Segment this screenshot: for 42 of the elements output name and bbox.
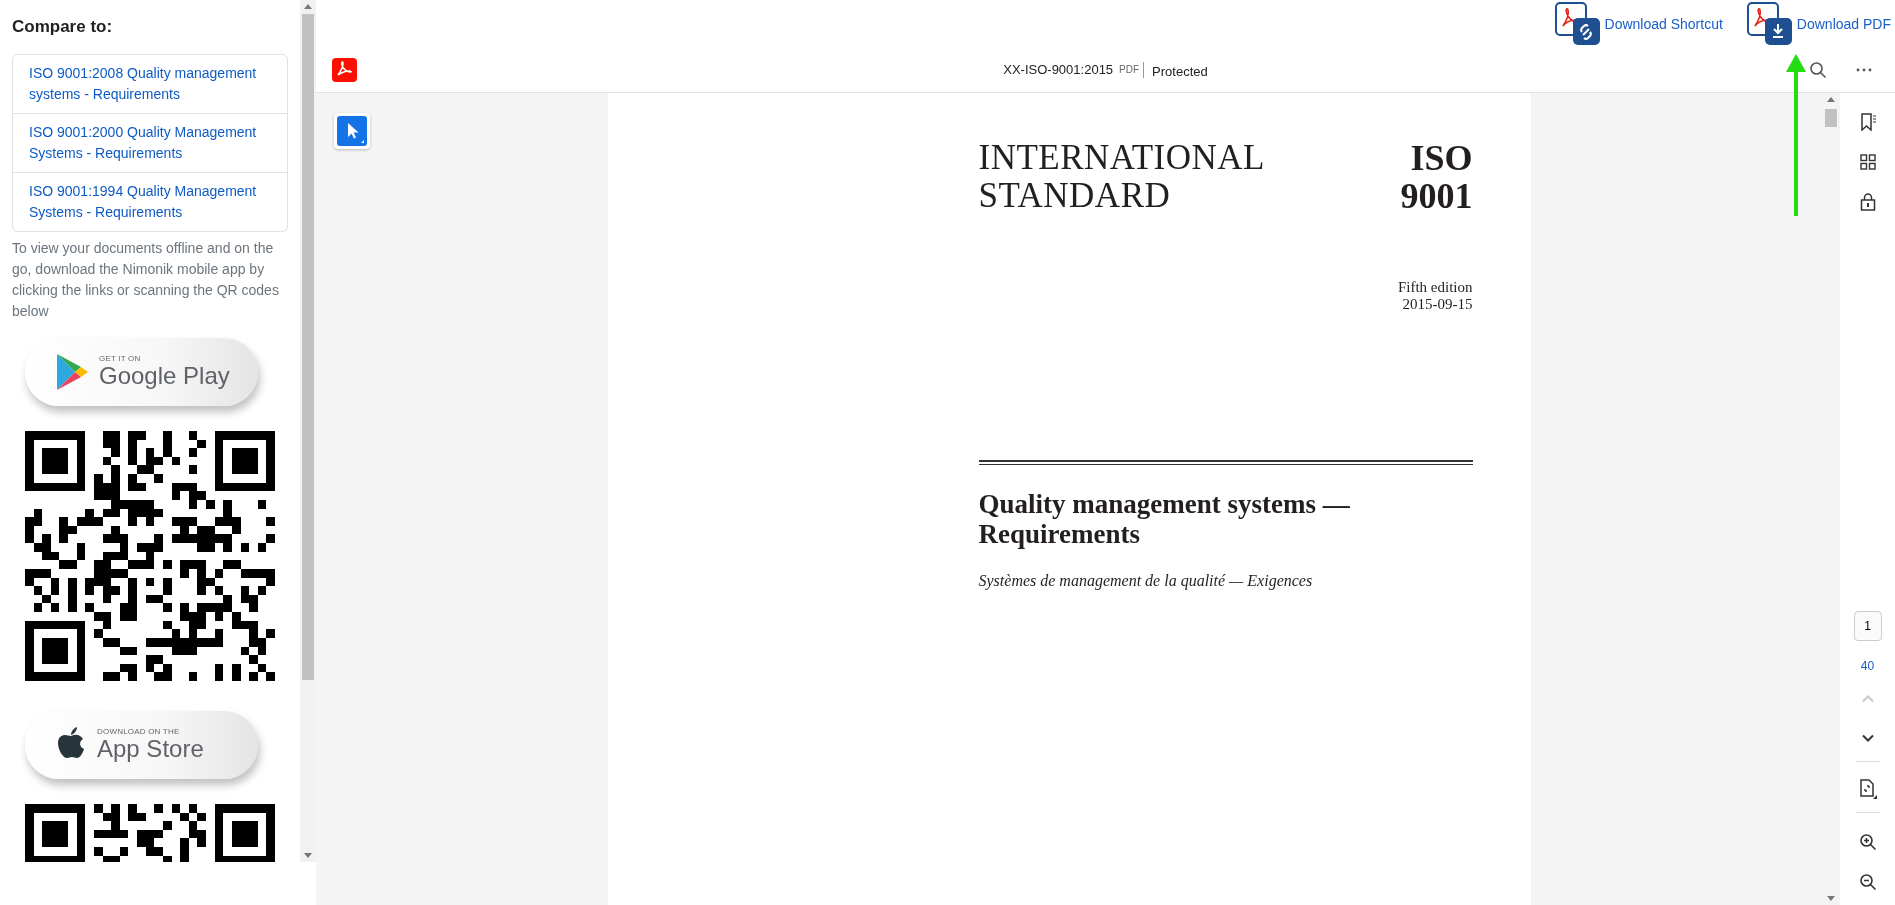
compare-link[interactable]: ISO 9001:2008 Quality management systems - Requirements [12, 53, 288, 114]
search-icon [1809, 61, 1827, 79]
zoom-out-icon [1858, 873, 1877, 891]
document-title: Quality management systems — Requirements [978, 489, 1351, 549]
document-type: INTERNATIONAL STANDARD [978, 139, 1265, 215]
file-name: XX-ISO-9001:2015 [1003, 61, 1114, 80]
badge-caption: GET IT ON [99, 354, 142, 363]
badge-caption: DOWNLOAD ON THE [97, 727, 181, 736]
protection-status: Protected [1152, 63, 1208, 82]
store-badge[interactable]: GET IT ON Google Play [25, 337, 258, 406]
page-count: 40 [1860, 658, 1875, 675]
bookmark-icon [1858, 113, 1877, 131]
zoom-in-icon [1858, 833, 1877, 851]
pdf-link-icon [1554, 2, 1601, 46]
qr-code[interactable] [25, 430, 275, 681]
document-subtitle: Systèmes de management de la qualité — Exigences [978, 571, 1314, 592]
scrollbar[interactable] [1822, 93, 1840, 905]
scrollbar[interactable] [300, 0, 316, 862]
chevron-up-icon [1860, 693, 1875, 703]
download-pdf-icon [1746, 2, 1793, 46]
badge-store-name: Google Play [99, 363, 230, 389]
badge-store-name: App Store [97, 736, 204, 762]
download-link[interactable]: Download Shortcut [1554, 2, 1723, 46]
chevron-down-icon [1860, 733, 1875, 743]
app-download-note: To view your documents offline and on the go, download the Nimonik mobile app by clicking the links or scanning the QR codes below [12, 238, 280, 321]
lock-icon [1859, 193, 1876, 211]
compare-link[interactable]: ISO 9001:1994 Quality Management Systems - Requirements [12, 172, 288, 232]
grid-icon [1859, 154, 1876, 170]
store-badge[interactable]: DOWNLOAD ON THE App Store [25, 710, 258, 779]
more-icon [1856, 68, 1872, 72]
fit-page-icon [1857, 779, 1878, 799]
select-tool-button[interactable] [334, 113, 370, 149]
edition-info: Fifth edition 2015-09-15 [1396, 279, 1473, 313]
pointer-icon [337, 116, 367, 146]
sidebar-heading: Compare to: [12, 16, 114, 38]
download-link[interactable]: Download PDF [1746, 2, 1891, 46]
acrobat-icon[interactable] [332, 58, 357, 83]
play-triangle-icon [55, 352, 89, 391]
standard-number: ISO 9001 [1400, 139, 1473, 215]
file-type: PDF [1119, 62, 1145, 78]
compare-link[interactable]: ISO 9001:2000 Quality Management Systems - Requirements [12, 113, 288, 173]
page-number-field[interactable]: 1 [1853, 611, 1882, 641]
